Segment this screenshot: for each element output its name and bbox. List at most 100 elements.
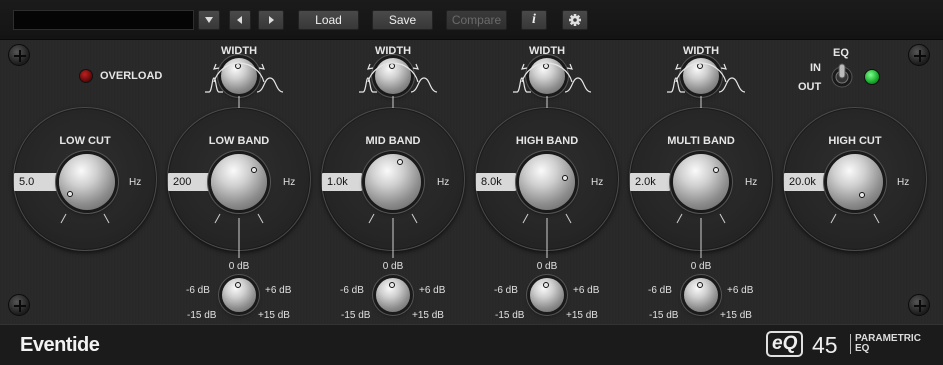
high-band-frequency-value[interactable]: 8.0k	[476, 173, 516, 191]
mid-band-gain-minus6-label: -6 dB	[340, 285, 364, 296]
high-band-gain-minus15-label: -15 dB	[495, 310, 525, 321]
knob-indicator-icon	[713, 167, 719, 173]
load-button[interactable]: Load	[298, 10, 359, 30]
save-button[interactable]: Save	[372, 10, 433, 30]
wide-curve-icon	[564, 77, 592, 93]
info-button[interactable]: i	[521, 10, 547, 30]
knob-indicator-icon	[697, 63, 703, 69]
knob-indicator-icon	[859, 192, 865, 198]
multi-band-frequency-knob[interactable]	[673, 154, 729, 210]
multi-band-gain-plus6-label: +6 dB	[727, 285, 754, 296]
low-band-label: LOW BAND	[208, 135, 270, 147]
eq-active-led	[864, 69, 880, 85]
low-cut-value[interactable]: 5.0	[14, 173, 60, 191]
brand-bar: Eventide eQ 45 PARAMETRIC EQ	[0, 324, 943, 365]
corner-screw-icon	[8, 294, 30, 316]
mid-band-gain-knob[interactable]	[376, 278, 410, 312]
high-cut-unit: Hz	[897, 177, 910, 188]
knob-indicator-icon	[67, 191, 73, 197]
triangle-right-icon	[269, 16, 274, 24]
toggle-switch-icon	[831, 63, 853, 88]
high-band-gain-knob[interactable]	[530, 278, 564, 312]
knob-indicator-icon	[697, 282, 703, 288]
triangle-down-icon	[205, 17, 213, 23]
mid-band-width-knob[interactable]	[375, 58, 411, 94]
eq-logo-mark: eQ	[766, 331, 804, 357]
low-band-frequency-value[interactable]: 200	[168, 173, 212, 191]
mid-band-frequency-value[interactable]: 1.0k	[322, 173, 362, 191]
high-band-frequency-knob[interactable]	[519, 154, 575, 210]
eq-in-out-toggle[interactable]	[831, 60, 853, 94]
toolbar: Load Save Compare i	[0, 0, 943, 40]
high-band-gain-plus6-label: +6 dB	[573, 285, 600, 296]
arrow-icon	[258, 63, 265, 70]
knob-indicator-icon	[562, 175, 568, 181]
knob-indicator-icon	[389, 63, 395, 69]
knob-indicator-icon	[543, 63, 549, 69]
wide-curve-icon	[718, 77, 746, 93]
multi-band-width-label: WIDTH	[682, 45, 720, 57]
multi-band-gain-minus15-label: -15 dB	[649, 310, 679, 321]
multi-band-gain-plus15-label: +15 dB	[720, 310, 752, 321]
low-band-gain-knob[interactable]	[222, 278, 256, 312]
low-band-gain-minus15-label: -15 dB	[187, 310, 217, 321]
narrow-curve-icon	[359, 77, 377, 93]
arrow-icon	[213, 63, 220, 70]
arrow-icon	[521, 63, 528, 70]
knob-indicator-icon	[389, 282, 395, 288]
high-band-label: HIGH BAND	[515, 135, 579, 147]
preset-dropdown-button[interactable]	[198, 10, 220, 30]
wide-curve-icon	[410, 77, 438, 93]
multi-band-label: MULTI BAND	[667, 135, 735, 147]
low-band-gain-plus15-label: +15 dB	[258, 310, 290, 321]
narrow-curve-icon	[513, 77, 531, 93]
compare-button[interactable]: Compare	[446, 10, 507, 30]
multi-band-gain-minus6-label: -6 dB	[648, 285, 672, 296]
high-band-gain-minus6-label: -6 dB	[494, 285, 518, 296]
eq45-number: 45	[812, 332, 838, 358]
arrow-icon	[566, 63, 573, 70]
multi-band-frequency-value[interactable]: 2.0k	[630, 173, 670, 191]
arrow-icon	[720, 63, 727, 70]
low-band-unit: Hz	[283, 177, 296, 188]
mid-band-gain-plus6-label: +6 dB	[419, 285, 446, 296]
eq-title-label: EQ	[833, 47, 849, 59]
high-band-gain-plus15-label: +15 dB	[566, 310, 598, 321]
low-band-gain-plus6-label: +6 dB	[265, 285, 292, 296]
mid-band-frequency-knob[interactable]	[365, 154, 421, 210]
mid-band-label: MID BAND	[365, 135, 421, 147]
high-cut-knob[interactable]	[827, 154, 883, 210]
high-band-width-knob[interactable]	[529, 58, 565, 94]
low-band-width-knob[interactable]	[221, 58, 257, 94]
high-cut-label: HIGH CUT	[828, 135, 882, 147]
high-band-width-label: WIDTH	[528, 45, 566, 57]
corner-screw-icon	[908, 44, 930, 66]
high-cut-value[interactable]: 20.0k	[784, 173, 826, 191]
knob-indicator-icon	[543, 282, 549, 288]
high-band-gain-center-label: 0 dB	[536, 261, 558, 272]
multi-band-width-knob[interactable]	[683, 58, 719, 94]
next-preset-button[interactable]	[258, 10, 284, 30]
low-cut-knob[interactable]	[59, 154, 115, 210]
settings-button[interactable]	[562, 10, 588, 30]
preset-name-field[interactable]	[13, 10, 194, 30]
multi-band-unit: Hz	[745, 177, 758, 188]
low-band-gain-minus6-label: -6 dB	[186, 285, 210, 296]
corner-screw-icon	[908, 294, 930, 316]
mid-band-gain-center-label: 0 dB	[382, 261, 404, 272]
eq-in-label: IN	[810, 62, 821, 74]
previous-preset-button[interactable]	[229, 10, 251, 30]
low-band-frequency-knob[interactable]	[211, 154, 267, 210]
arrow-icon	[367, 63, 374, 70]
arrow-icon	[412, 63, 419, 70]
low-band-width-label: WIDTH	[220, 45, 258, 57]
narrow-curve-icon	[205, 77, 223, 93]
narrow-curve-icon	[667, 77, 685, 93]
arrow-icon	[675, 63, 682, 70]
eq45-plugin-window: Load Save Compare i OVERLOAD EQ IN OUT L…	[0, 0, 943, 365]
multi-band-gain-knob[interactable]	[684, 278, 718, 312]
low-band-gain-center-label: 0 dB	[228, 261, 250, 272]
high-band-unit: Hz	[591, 177, 604, 188]
eventide-logo: Eventide	[20, 334, 100, 356]
knob-indicator-icon	[251, 167, 257, 173]
